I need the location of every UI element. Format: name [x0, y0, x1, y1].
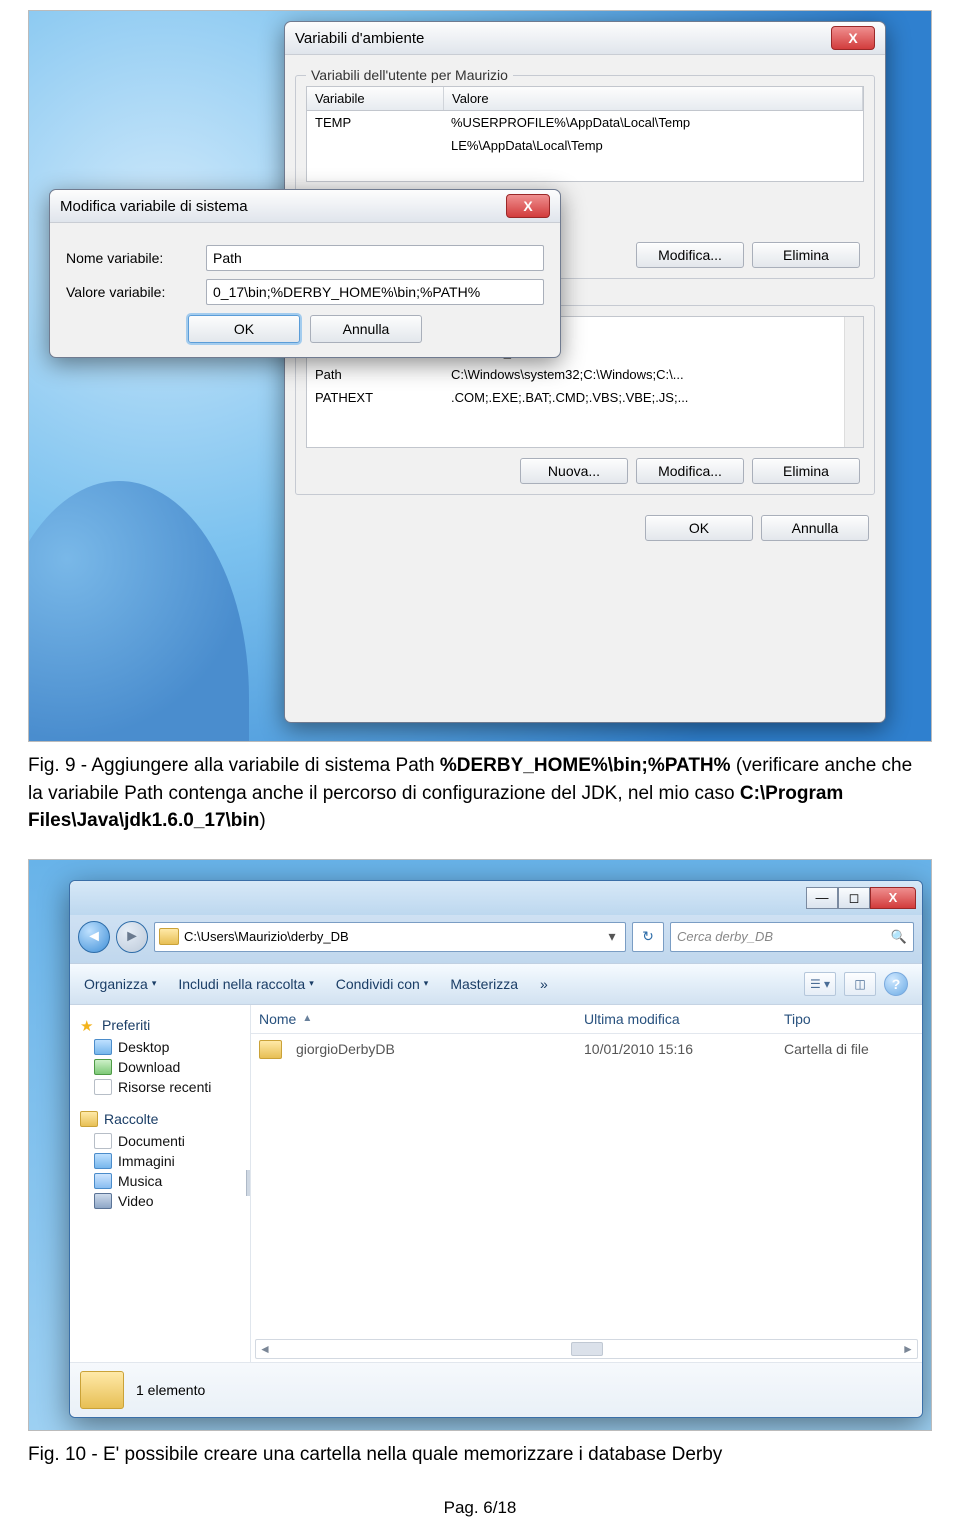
- new-button[interactable]: Nuova...: [520, 458, 628, 484]
- nav-recent[interactable]: Risorse recenti: [80, 1077, 246, 1097]
- search-input[interactable]: Cerca derby_DB 🔍: [670, 922, 914, 952]
- col-type[interactable]: Tipo: [784, 1011, 914, 1027]
- nav-download[interactable]: Download: [80, 1057, 246, 1077]
- explorer-toolbar: Organizza ▾ Includi nella raccolta ▾ Con…: [70, 963, 922, 1005]
- preview-pane-button[interactable]: ◫: [844, 972, 876, 996]
- env-vars-title: Variabili d'ambiente: [295, 30, 831, 47]
- search-placeholder: Cerca derby_DB: [677, 929, 773, 944]
- cancel-button[interactable]: Annulla: [761, 515, 869, 541]
- cancel-button[interactable]: Annulla: [310, 315, 422, 343]
- folder-icon: [159, 928, 179, 945]
- edit-button[interactable]: Modifica...: [636, 458, 744, 484]
- recent-icon: [94, 1079, 112, 1095]
- libraries-icon: [80, 1111, 98, 1127]
- figure-10-caption: Fig. 10 - E' possibile creare una cartel…: [28, 1441, 932, 1469]
- close-icon[interactable]: X: [831, 26, 875, 50]
- col-date[interactable]: Ultima modifica: [584, 1011, 784, 1027]
- env-vars-screenshot: Variabili d'ambiente X Variabili dell'ut…: [28, 10, 932, 742]
- search-icon: 🔍: [891, 929, 907, 945]
- col-var: Variabile: [307, 87, 444, 110]
- nav-favorites[interactable]: ★Preferiti: [80, 1017, 246, 1033]
- file-list: Nome ▲ Ultima modifica Tipo giorgioDerby…: [251, 1005, 922, 1362]
- explorer-screenshot: — ◻ X ◄ ► C:\Users\Maurizio\derby_DB ▾ ↻…: [28, 859, 932, 1431]
- folder-icon: [259, 1040, 282, 1059]
- status-text: 1 elemento: [136, 1382, 205, 1398]
- nav-row: ◄ ► C:\Users\Maurizio\derby_DB ▾ ↻ Cerca…: [70, 915, 922, 963]
- col-val: Valore: [444, 87, 863, 110]
- pane-splitter[interactable]: [245, 1005, 251, 1362]
- user-table: TEMP %USERPROFILE%\AppData\Local\Temp LE…: [306, 111, 864, 182]
- nav-images[interactable]: Immagini: [80, 1151, 246, 1171]
- window-chrome: — ◻ X: [70, 881, 922, 915]
- images-icon: [94, 1153, 112, 1169]
- user-table-header: Variabile Valore: [306, 86, 864, 111]
- env-vars-titlebar: Variabili d'ambiente X: [285, 22, 885, 55]
- delete-button[interactable]: Elimina: [752, 242, 860, 268]
- organize-menu[interactable]: Organizza ▾: [84, 976, 156, 992]
- env-vars-window: Variabili d'ambiente X Variabili dell'ut…: [284, 21, 886, 723]
- ok-button[interactable]: OK: [188, 315, 300, 343]
- refresh-button[interactable]: ↻: [632, 922, 664, 952]
- col-name[interactable]: Nome ▲: [259, 1011, 584, 1027]
- maximize-icon[interactable]: ◻: [838, 887, 870, 909]
- table-row[interactable]: PATHEXT .COM;.EXE;.BAT;.CMD;.VBS;.VBE;.J…: [307, 386, 863, 409]
- var-name-label: Nome variabile:: [66, 250, 206, 266]
- delete-button[interactable]: Elimina: [752, 458, 860, 484]
- chevron-down-icon[interactable]: ▾: [603, 928, 621, 945]
- documents-icon: [94, 1133, 112, 1149]
- table-row[interactable]: TEMP %USERPROFILE%\AppData\Local\Temp: [307, 111, 863, 134]
- nav-libraries[interactable]: Raccolte: [80, 1111, 246, 1127]
- nav-desktop[interactable]: Desktop: [80, 1037, 246, 1057]
- close-icon[interactable]: X: [506, 194, 550, 218]
- desktop-icon: [94, 1039, 112, 1055]
- var-name-input[interactable]: [206, 245, 544, 271]
- edit-var-title: Modifica variabile di sistema: [60, 198, 506, 215]
- ok-button[interactable]: OK: [645, 515, 753, 541]
- table-row[interactable]: Path C:\Windows\system32;C:\Windows;C:\.…: [307, 363, 863, 386]
- edit-var-titlebar: Modifica variabile di sistema X: [50, 190, 560, 223]
- status-bar: 1 elemento: [70, 1362, 922, 1417]
- music-icon: [94, 1173, 112, 1189]
- nav-pane: ★Preferiti Desktop Download Risorse rece…: [70, 1005, 251, 1362]
- explorer-window: — ◻ X ◄ ► C:\Users\Maurizio\derby_DB ▾ ↻…: [69, 880, 923, 1418]
- forward-button[interactable]: ►: [116, 921, 148, 953]
- address-text: C:\Users\Maurizio\derby_DB: [184, 929, 603, 944]
- nav-documents[interactable]: Documenti: [80, 1131, 246, 1151]
- file-header: Nome ▲ Ultima modifica Tipo: [251, 1005, 922, 1034]
- scrollbar[interactable]: [844, 317, 863, 447]
- figure-9-caption: Fig. 9 - Aggiungere alla variabile di si…: [28, 752, 932, 835]
- minimize-icon[interactable]: —: [806, 887, 838, 909]
- folder-icon: [80, 1371, 124, 1409]
- burn-button[interactable]: Masterizza: [450, 976, 518, 992]
- h-scrollbar[interactable]: ◄►: [255, 1339, 918, 1359]
- nav-video[interactable]: Video: [80, 1191, 246, 1211]
- edit-button[interactable]: Modifica...: [636, 242, 744, 268]
- share-menu[interactable]: Condividi con ▾: [336, 976, 429, 992]
- video-icon: [94, 1193, 112, 1209]
- view-mode-button[interactable]: ☰ ▾: [804, 972, 836, 996]
- star-icon: ★: [80, 1017, 96, 1033]
- var-value-input[interactable]: [206, 279, 544, 305]
- close-icon[interactable]: X: [870, 887, 916, 909]
- list-item[interactable]: giorgioDerbyDB 10/01/2010 15:16 Cartella…: [251, 1034, 922, 1065]
- back-button[interactable]: ◄: [78, 921, 110, 953]
- page-number: Pag. 6/18: [28, 1498, 932, 1518]
- user-group-title: Variabili dell'utente per Maurizio: [306, 67, 513, 83]
- overflow-menu[interactable]: »: [540, 976, 548, 992]
- var-value-label: Valore variabile:: [66, 284, 206, 300]
- nav-music[interactable]: Musica: [80, 1171, 246, 1191]
- address-bar[interactable]: C:\Users\Maurizio\derby_DB ▾: [154, 922, 626, 952]
- table-row[interactable]: LE%\AppData\Local\Temp: [307, 134, 863, 157]
- edit-var-window: Modifica variabile di sistema X Nome var…: [49, 189, 561, 358]
- help-icon[interactable]: ?: [884, 972, 908, 996]
- include-menu[interactable]: Includi nella raccolta ▾: [178, 976, 313, 992]
- download-icon: [94, 1059, 112, 1075]
